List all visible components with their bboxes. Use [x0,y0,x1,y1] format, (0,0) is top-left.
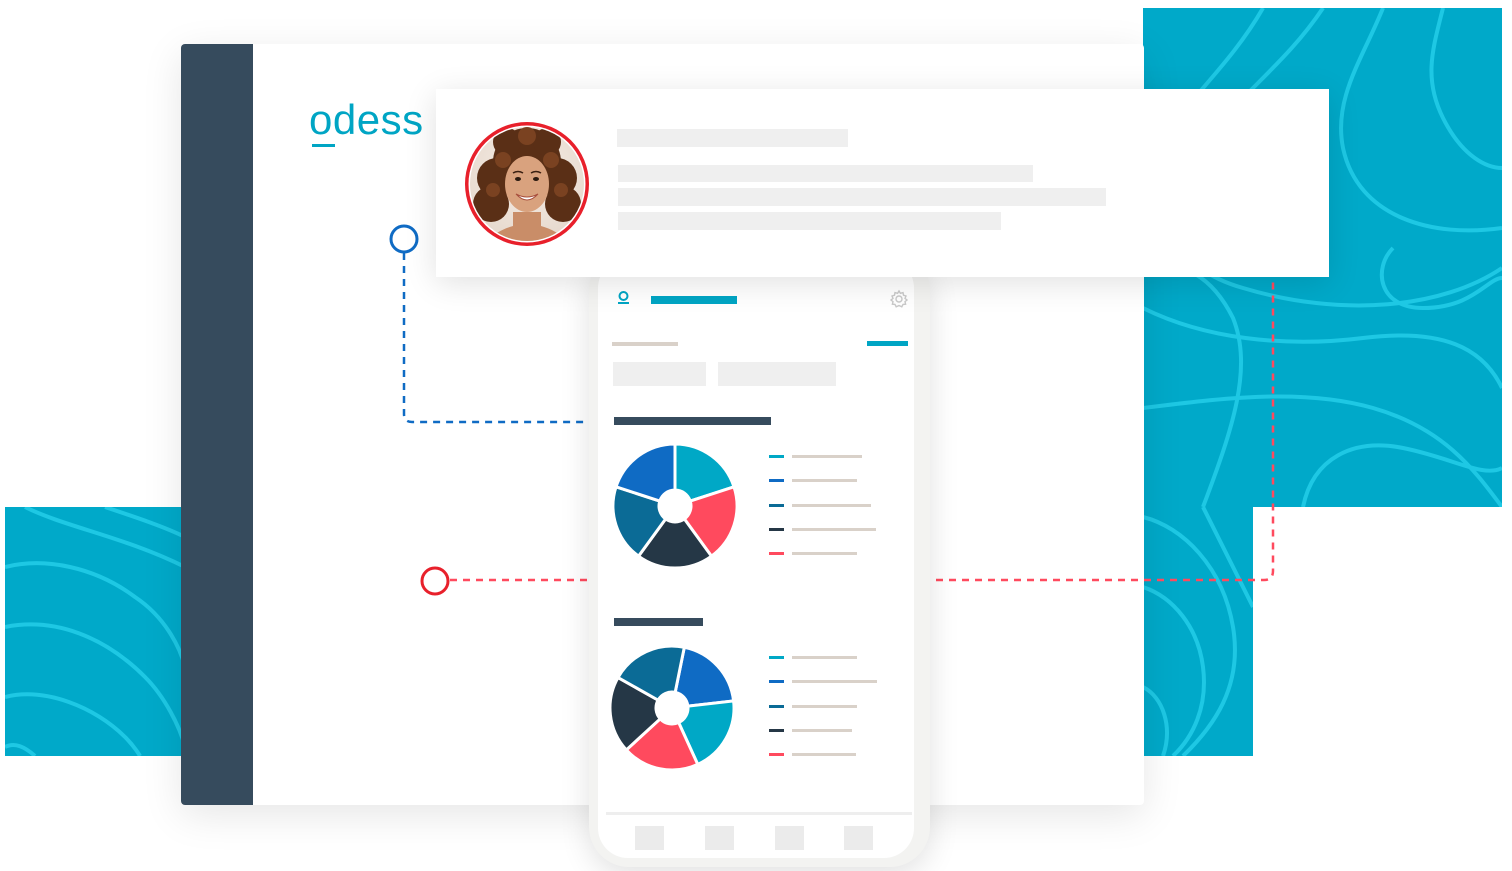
legend-item [769,479,889,482]
tab-button[interactable] [844,826,873,850]
phone-frame [589,250,930,867]
legend-label-placeholder [792,455,862,458]
filter-button[interactable] [718,362,836,386]
legend-item [769,528,889,531]
legend-swatch [769,729,784,732]
profile-card [436,89,1329,277]
legend-label-placeholder [792,528,876,531]
name-placeholder [617,129,848,147]
tab-button[interactable] [705,826,734,850]
legend-item [769,656,889,659]
tabbar-divider [606,812,912,815]
avatar [465,122,589,246]
legend-swatch [769,680,784,683]
detail-line-placeholder [618,165,1033,182]
legend-item [769,504,889,507]
legend-item [769,455,889,458]
legend-swatch [769,455,784,458]
gear-icon[interactable] [889,289,909,309]
topo-background-left [5,507,185,756]
legend-label-placeholder [792,552,857,555]
legend-item [769,552,889,555]
red-ring-icon [420,566,450,596]
legend-label-placeholder [792,656,857,659]
legend-label-placeholder [792,680,877,683]
legend-swatch [769,753,784,756]
donut-chart-2 [608,644,736,772]
donut-chart-1 [611,442,739,570]
legend-label-placeholder [792,479,857,482]
legend-swatch [769,656,784,659]
logo-underline [312,144,335,147]
legend-swatch [769,479,784,482]
sidebar [181,44,253,805]
tab-button[interactable] [635,826,664,850]
legend-label-placeholder [792,504,871,507]
legend-swatch [769,552,784,555]
section-heading-placeholder [614,417,771,425]
legend-item [769,729,889,732]
legend-label-placeholder [792,705,857,708]
blue-ring-icon [389,224,419,254]
legend-item [769,680,889,683]
legend-swatch [769,504,784,507]
legend-item [769,705,889,708]
legend-swatch [769,705,784,708]
topo-background-right-lower [1143,507,1253,756]
legend-label-placeholder [792,729,852,732]
chart-legend-1 [769,455,889,565]
chart-legend-2 [769,656,889,766]
detail-line-placeholder [618,212,1001,230]
phone-screen [598,258,914,858]
filter-button[interactable] [613,362,706,386]
action-link-placeholder[interactable] [867,341,908,346]
odessa-logo: odess [309,96,424,143]
detail-line-placeholder [618,188,1106,206]
subtitle-placeholder [612,342,678,346]
phone-title-placeholder [651,296,737,304]
legend-item [769,753,889,756]
tab-button[interactable] [775,826,804,850]
legend-swatch [769,528,784,531]
section-heading-placeholder [614,618,703,626]
legend-label-placeholder [792,753,856,756]
odessa-o-icon [618,291,629,304]
